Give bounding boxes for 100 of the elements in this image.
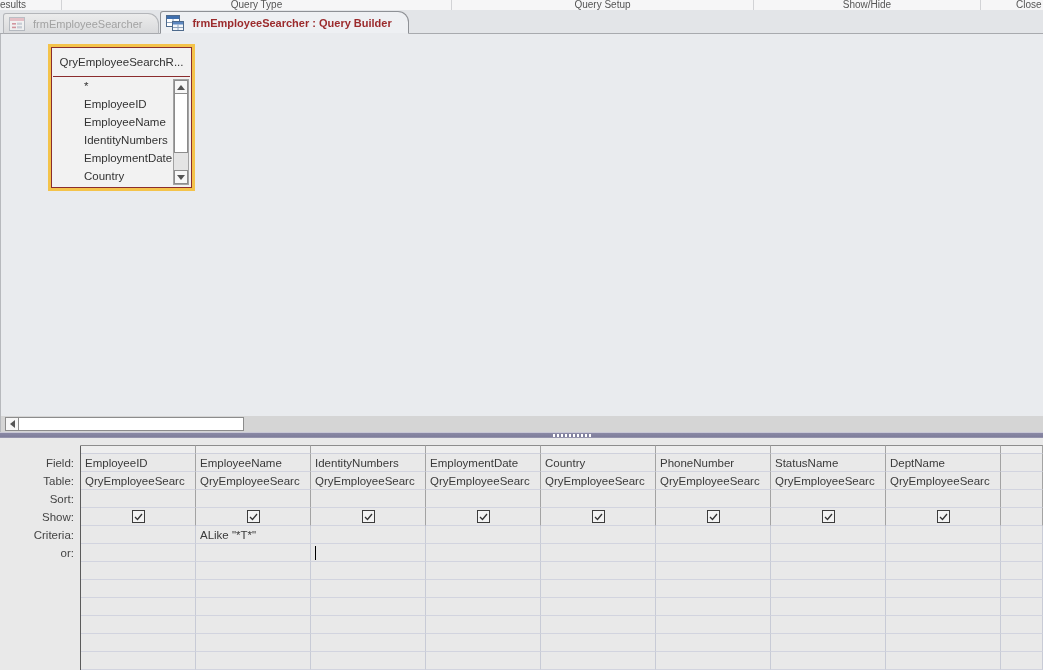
grid-cell[interactable]	[541, 634, 656, 652]
grid-cell[interactable]	[1001, 490, 1043, 508]
field-cell[interactable]: Country	[541, 454, 656, 472]
grid-cell[interactable]	[1001, 472, 1043, 490]
column-selector[interactable]	[656, 445, 771, 454]
show-checkbox[interactable]	[131, 510, 145, 523]
sort-cell[interactable]	[311, 490, 426, 508]
grid-cell[interactable]	[541, 652, 656, 670]
grid-cell[interactable]	[656, 634, 771, 652]
column-selector[interactable]	[541, 445, 656, 454]
criteria-cell[interactable]	[886, 526, 1001, 544]
scroll-thumb[interactable]	[174, 94, 188, 153]
grid-cell[interactable]	[656, 652, 771, 670]
table-cell[interactable]: QryEmployeeSearc	[81, 472, 196, 490]
sort-cell[interactable]	[81, 490, 196, 508]
field-cell[interactable]: IdentityNumbers	[311, 454, 426, 472]
field-cell[interactable]: PhoneNumber	[656, 454, 771, 472]
grid-cell[interactable]	[886, 580, 1001, 598]
field-list-item[interactable]: EmploymentDate	[84, 149, 173, 167]
grid-cell[interactable]	[1001, 544, 1043, 562]
scrollbar-track[interactable]	[173, 79, 189, 185]
column-selector[interactable]	[311, 445, 426, 454]
grid-cell[interactable]	[1001, 598, 1043, 616]
criteria-cell[interactable]: ALike "*T*"	[196, 526, 311, 544]
document-tab[interactable]: frmEmployeeSearcher : Query Builder	[160, 11, 409, 34]
field-cell[interactable]: EmployeeName	[196, 454, 311, 472]
grid-cell[interactable]	[656, 562, 771, 580]
column-selector[interactable]	[81, 445, 196, 454]
grid-cell[interactable]	[771, 652, 886, 670]
show-checkbox[interactable]	[246, 510, 260, 523]
scroll-thumb[interactable]	[19, 417, 244, 431]
column-selector[interactable]	[886, 445, 1001, 454]
grid-cell[interactable]	[81, 652, 196, 670]
grid-cell[interactable]	[426, 616, 541, 634]
grid-cell[interactable]	[1001, 526, 1043, 544]
field-list-item[interactable]: EmployeeName	[84, 113, 166, 131]
show-checkbox[interactable]	[476, 510, 490, 523]
scroll-up-button[interactable]	[174, 80, 188, 94]
grid-cell[interactable]	[656, 616, 771, 634]
or-cell[interactable]	[426, 544, 541, 562]
grid-cell[interactable]	[886, 634, 1001, 652]
table-cell[interactable]: QryEmployeeSearc	[196, 472, 311, 490]
table-cell[interactable]: QryEmployeeSearc	[311, 472, 426, 490]
sort-cell[interactable]	[196, 490, 311, 508]
grid-cell[interactable]	[311, 634, 426, 652]
grid-cell[interactable]	[886, 598, 1001, 616]
criteria-cell[interactable]	[771, 526, 886, 544]
show-checkbox[interactable]	[361, 510, 375, 523]
grid-cell[interactable]	[81, 616, 196, 634]
grid-cell[interactable]	[81, 598, 196, 616]
sort-cell[interactable]	[426, 490, 541, 508]
field-cell[interactable]: EmployeeID	[81, 454, 196, 472]
show-checkbox[interactable]	[591, 510, 605, 523]
grid-cell[interactable]	[656, 598, 771, 616]
field-list-item[interactable]: *	[84, 77, 89, 95]
grid-cell[interactable]	[1001, 580, 1043, 598]
or-cell[interactable]	[541, 544, 656, 562]
criteria-cell[interactable]	[426, 526, 541, 544]
criteria-cell[interactable]	[541, 526, 656, 544]
grid-cell[interactable]	[886, 652, 1001, 670]
grid-cell[interactable]	[886, 562, 1001, 580]
table-cell[interactable]: QryEmployeeSearc	[656, 472, 771, 490]
grid-cell[interactable]	[81, 562, 196, 580]
grid-cell[interactable]	[541, 580, 656, 598]
field-list-item[interactable]: IdentityNumbers	[84, 131, 168, 149]
field-list-item[interactable]: Country	[84, 167, 125, 185]
grid-cell[interactable]	[771, 616, 886, 634]
criteria-cell[interactable]	[311, 526, 426, 544]
criteria-cell[interactable]	[81, 526, 196, 544]
grid-cell[interactable]	[196, 616, 311, 634]
column-selector[interactable]	[196, 445, 311, 454]
grid-cell[interactable]	[311, 580, 426, 598]
grid-cell[interactable]	[81, 580, 196, 598]
column-selector[interactable]	[771, 445, 886, 454]
grid-cell[interactable]	[426, 580, 541, 598]
grid-cell[interactable]	[196, 634, 311, 652]
or-cell[interactable]	[886, 544, 1001, 562]
grid-cell[interactable]	[196, 562, 311, 580]
grid-cell[interactable]	[656, 580, 771, 598]
grid-cell[interactable]	[541, 598, 656, 616]
grid-cell[interactable]	[541, 616, 656, 634]
criteria-cell[interactable]	[656, 526, 771, 544]
grid-cell[interactable]	[1001, 616, 1043, 634]
table-cell[interactable]: QryEmployeeSearc	[771, 472, 886, 490]
show-checkbox[interactable]	[936, 510, 950, 523]
table-cell[interactable]: QryEmployeeSearc	[426, 472, 541, 490]
grid-cell[interactable]	[1001, 562, 1043, 580]
scrollbar-track[interactable]	[0, 416, 1043, 432]
grid-cell[interactable]	[1001, 454, 1043, 472]
field-cell[interactable]: EmploymentDate	[426, 454, 541, 472]
table-cell[interactable]: QryEmployeeSearc	[541, 472, 656, 490]
field-cell[interactable]: StatusName	[771, 454, 886, 472]
sort-cell[interactable]	[771, 490, 886, 508]
grid-cell[interactable]	[196, 580, 311, 598]
or-cell[interactable]	[311, 544, 426, 562]
grid-cell[interactable]	[1001, 652, 1043, 670]
sort-cell[interactable]	[541, 490, 656, 508]
grid-cell[interactable]	[1001, 508, 1043, 526]
or-cell[interactable]	[656, 544, 771, 562]
column-selector[interactable]	[1001, 445, 1043, 454]
